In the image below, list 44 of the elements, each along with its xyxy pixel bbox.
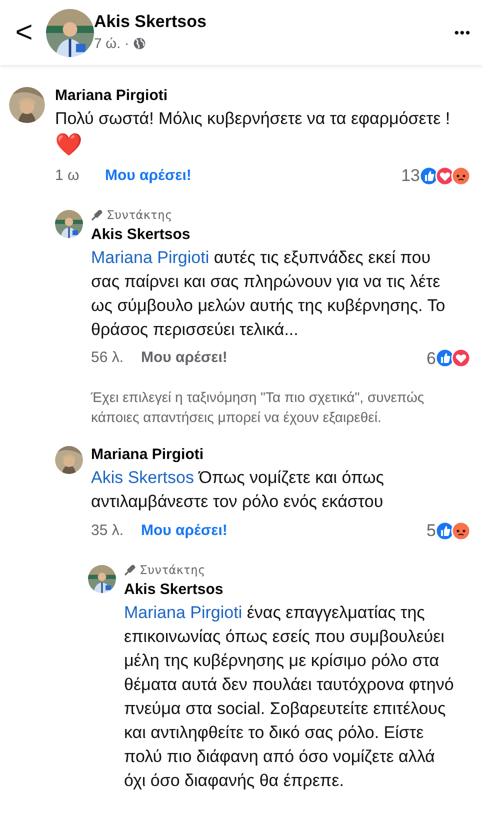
heart-emoji: ❤ — [55, 131, 83, 159]
angry-reaction-icon — [451, 520, 471, 541]
reaction-count: 13 — [401, 165, 420, 187]
comment-time: 56 λ. — [91, 348, 125, 368]
comment-text: Mariana Pirgioti αυτές τις εξυπνάδες εκεί που σας παίρνει και σας πληρώνουν για να τις λέτε ως σύμβουλο μελών αυτής της κυβέρνησης. Το θράσος περισσεύει τελικά... — [91, 246, 446, 340]
comment-time: 35 λ. — [91, 520, 125, 540]
post-time: 7 ώ. — [94, 34, 120, 53]
microphone-icon — [91, 208, 103, 220]
page-name[interactable]: Akis Skertsos — [94, 11, 454, 33]
mention-link[interactable]: Mariana Pirgioti — [124, 602, 242, 622]
comment-author[interactable]: Mariana Pirgioti — [55, 85, 475, 107]
comment-text: Akis Skertsos Όπως νομίζετε και όπως αντιλαμβάνεστε τον ρόλο ενός εκάστου — [91, 467, 385, 513]
like-reaction-icon — [435, 520, 455, 541]
reaction-count: 5 — [426, 520, 436, 542]
avatar[interactable] — [46, 8, 94, 56]
angry-reaction-icon — [451, 166, 471, 186]
heart-reaction-icon — [451, 348, 471, 368]
comment-time: 1 ω — [55, 166, 80, 186]
avatar[interactable] — [88, 564, 116, 592]
avatar[interactable] — [55, 210, 83, 238]
like-reaction-icon — [435, 348, 455, 368]
comment-text: Πολύ σωστά! Μόλις κυβερνήσετε να τα εφαρμόσετε ! — [55, 108, 452, 130]
like-reaction-icon — [419, 166, 439, 186]
avatar[interactable] — [55, 446, 83, 474]
sort-notice: Έχει επιλεγεί η ταξινόμηση "Τα πιο σχετικά", συνεπώς κάποιες απαντήσεις μπορεί να έχουν εξαιρεθεί. — [91, 388, 426, 427]
heart-reaction-icon — [435, 166, 455, 186]
separator-dot: · — [124, 34, 130, 53]
back-button[interactable]: < — [12, 18, 36, 48]
microphone-icon — [124, 564, 136, 576]
reaction-count: 6 — [426, 348, 436, 370]
globe-icon — [133, 36, 146, 50]
like-link[interactable]: Μου αρέσει! — [141, 520, 228, 542]
like-link[interactable]: Μου αρέσει! — [141, 347, 228, 370]
comment-author[interactable]: Mariana Pirgioti — [91, 444, 475, 466]
mention-link[interactable]: Akis Skertsos — [91, 468, 194, 487]
author-role-label: Συντάκτης — [107, 206, 172, 224]
comment-author[interactable]: Akis Skertsos — [124, 578, 475, 600]
author-role-label: Συντάκτης — [140, 562, 206, 578]
avatar[interactable] — [9, 87, 45, 123]
comment-text: Mariana Pirgioti ένας επαγγελματίας της επικοινωνίας όπως εσείς που συμβουλεύει μέλη της κυβέρνησης με κρίσιμο ρόλο στα θέματα αυτά δεν πουλάει ταυτόχρονα φτηνό πνεύμα στα social. Σοβαρευτείτε επιτέλους και αντιληφθείτε το δικό σας ρόλο. Είστε πολύ πιο διάφανη από όσο νομίζετε αλλά όχι όσο διαφανής θα έπρεπε. — [124, 602, 455, 792]
more-options-button[interactable]: ••• — [454, 22, 471, 42]
like-link[interactable]: Μου αρέσει! — [105, 164, 192, 187]
mention-link[interactable]: Mariana Pirgioti — [91, 248, 210, 266]
comment-author[interactable]: Akis Skertsos — [91, 224, 475, 246]
